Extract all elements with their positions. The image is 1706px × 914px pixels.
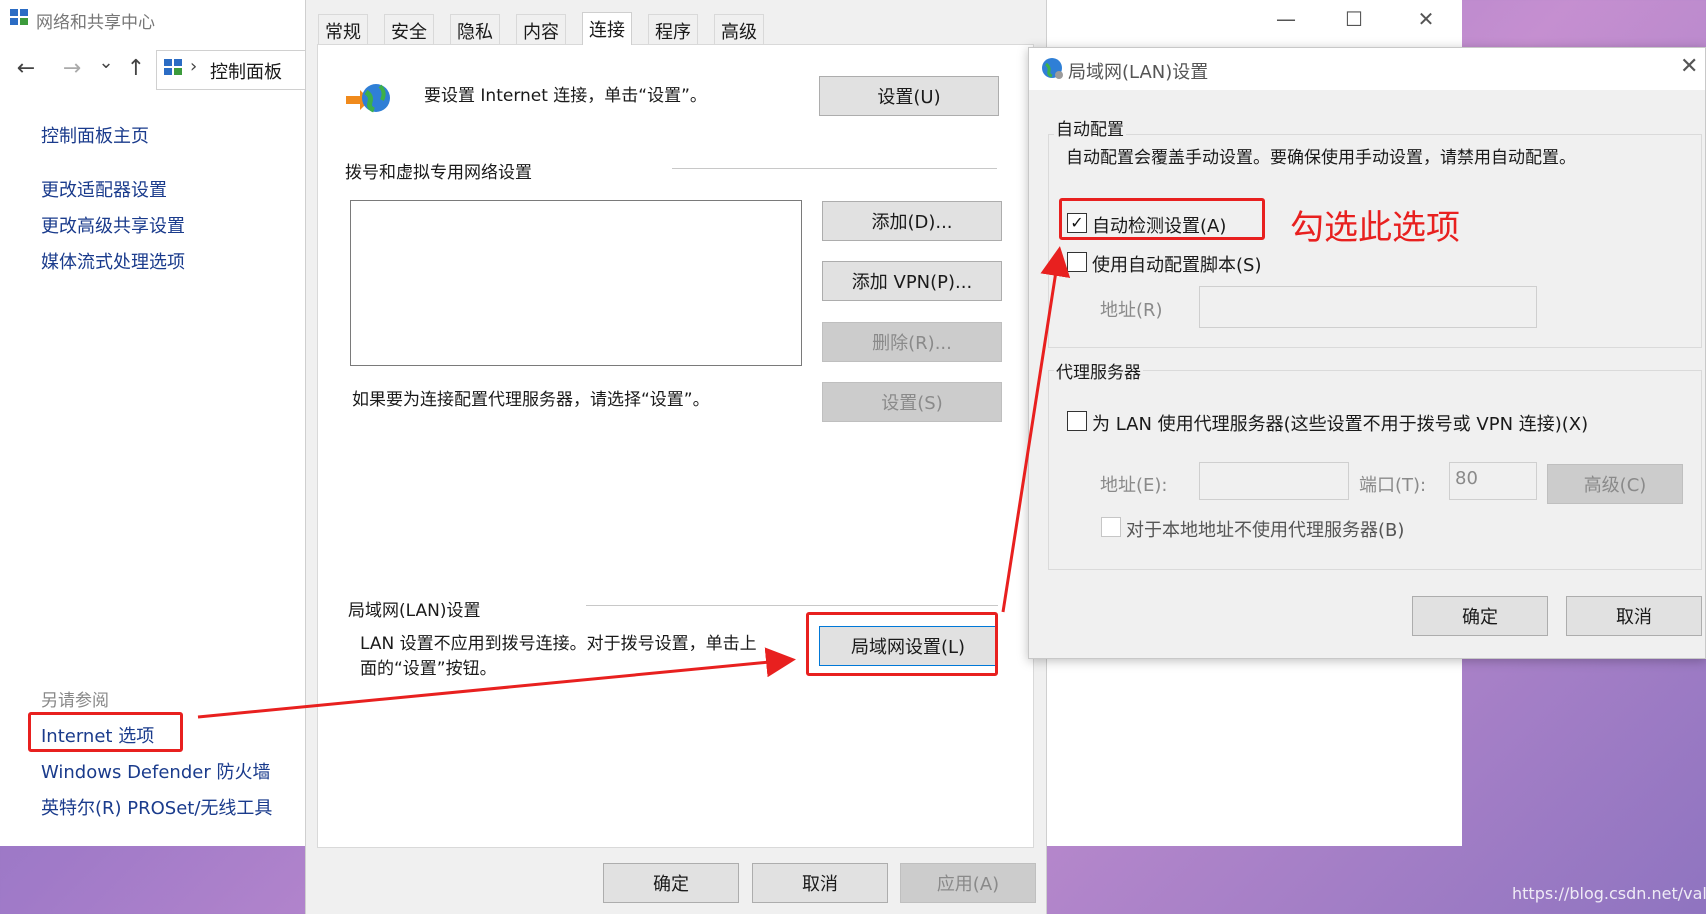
- close-icon[interactable]: ✕: [1680, 54, 1698, 79]
- bypass-local-label[interactable]: 对于本地地址不使用代理服务器(B): [1126, 516, 1404, 542]
- script-address-label: 地址(R): [1100, 300, 1163, 321]
- remove-button[interactable]: 删除(R)...: [822, 322, 1002, 362]
- add-button[interactable]: 添加(D)...: [822, 201, 1002, 241]
- proxy-address-label: 地址(E):: [1100, 475, 1168, 496]
- watermark: https://blog.csdn.net/vale_: [1512, 884, 1706, 903]
- tab-security[interactable]: 安全: [384, 14, 434, 44]
- group-divider: [672, 168, 997, 169]
- setup-button[interactable]: 设置(U): [819, 76, 999, 116]
- apply-button[interactable]: 应用(A): [900, 863, 1036, 903]
- highlight-lan-settings-button: [806, 612, 998, 676]
- lan-explanation-line1: LAN 设置不应用到拨号连接。对于拨号设置，单击上: [360, 634, 757, 654]
- globe-icon: [1042, 58, 1063, 79]
- use-script-checkbox[interactable]: [1067, 252, 1087, 272]
- add-vpn-button[interactable]: 添加 VPN(P)...: [822, 261, 1002, 301]
- tab-connections[interactable]: 连接: [582, 12, 632, 45]
- lan-ok-button[interactable]: 确定: [1412, 596, 1548, 636]
- cancel-button[interactable]: 取消: [752, 863, 888, 903]
- see-also-label: 另请参阅: [41, 691, 109, 711]
- advanced-sharing-link[interactable]: 更改高级共享设置: [41, 212, 185, 238]
- up-arrow-icon[interactable]: ↑: [122, 56, 150, 81]
- proxy-address-input[interactable]: [1199, 462, 1349, 500]
- connections-list[interactable]: [350, 200, 802, 366]
- internet-setup-globe-icon: [346, 84, 390, 113]
- bypass-local-checkbox[interactable]: [1101, 517, 1121, 537]
- annotation-text: 勾选此选项: [1290, 208, 1460, 248]
- ok-button[interactable]: 确定: [603, 863, 739, 903]
- auto-config-group-label: 自动配置: [1054, 115, 1126, 140]
- tab-advanced[interactable]: 高级: [714, 14, 764, 44]
- breadcrumb[interactable]: 控制面板: [210, 58, 282, 84]
- proset-link[interactable]: 英特尔(R) PROSet/无线工具: [41, 794, 272, 820]
- control-panel-icon: [164, 59, 182, 75]
- recent-dropdown-icon[interactable]: ⌄: [92, 52, 120, 73]
- tab-programs[interactable]: 程序: [648, 14, 698, 44]
- auto-config-description: 自动配置会覆盖手动设置。要确保使用手动设置，请禁用自动配置。: [1066, 148, 1576, 168]
- highlight-auto-detect: [1059, 198, 1265, 240]
- dialup-group-label: 拨号和虚拟专用网络设置: [345, 163, 532, 183]
- proxy-hint-text: 如果要为连接配置代理服务器，请选择“设置”。: [352, 390, 710, 410]
- back-arrow-icon[interactable]: ←: [12, 56, 40, 81]
- group-divider: [586, 605, 998, 606]
- advanced-button[interactable]: 高级(C): [1547, 464, 1683, 504]
- lan-cancel-button[interactable]: 取消: [1566, 596, 1702, 636]
- firewall-link[interactable]: Windows Defender 防火墙: [41, 758, 270, 784]
- tab-content[interactable]: 内容: [516, 14, 566, 44]
- lan-explanation-line2: 面的“设置”按钮。: [360, 659, 497, 679]
- tab-general[interactable]: 常规: [318, 14, 368, 44]
- lan-dialog-title: 局域网(LAN)设置: [1068, 62, 1209, 83]
- use-proxy-checkbox[interactable]: [1067, 411, 1087, 431]
- media-streaming-link[interactable]: 媒体流式处理选项: [41, 248, 185, 274]
- forward-arrow-icon[interactable]: →: [58, 56, 86, 81]
- port-label: 端口(T):: [1359, 475, 1427, 496]
- highlight-internet-options: [28, 712, 183, 752]
- control-panel-home-link[interactable]: 控制面板主页: [41, 122, 149, 148]
- setup-instructions: 要设置 Internet 连接，单击“设置”。: [424, 86, 707, 106]
- maximize-button[interactable]: ☐: [1335, 4, 1373, 34]
- port-value: 80: [1455, 468, 1478, 489]
- connection-settings-button[interactable]: 设置(S): [822, 382, 1002, 422]
- tab-privacy[interactable]: 隐私: [450, 14, 500, 44]
- chevron-right-icon: ›: [190, 56, 198, 77]
- script-address-input[interactable]: [1199, 286, 1537, 328]
- lan-group-label: 局域网(LAN)设置: [348, 601, 481, 621]
- close-button[interactable]: ✕: [1407, 4, 1445, 34]
- adapter-settings-link[interactable]: 更改适配器设置: [41, 176, 167, 202]
- use-script-label[interactable]: 使用自动配置脚本(S): [1092, 251, 1261, 277]
- window-title: 网络和共享中心: [36, 13, 155, 33]
- proxy-group-label: 代理服务器: [1054, 358, 1143, 383]
- network-center-icon: [10, 9, 28, 25]
- minimize-button[interactable]: —: [1267, 4, 1305, 34]
- use-proxy-label[interactable]: 为 LAN 使用代理服务器(这些设置不用于拨号或 VPN 连接)(X): [1092, 410, 1588, 436]
